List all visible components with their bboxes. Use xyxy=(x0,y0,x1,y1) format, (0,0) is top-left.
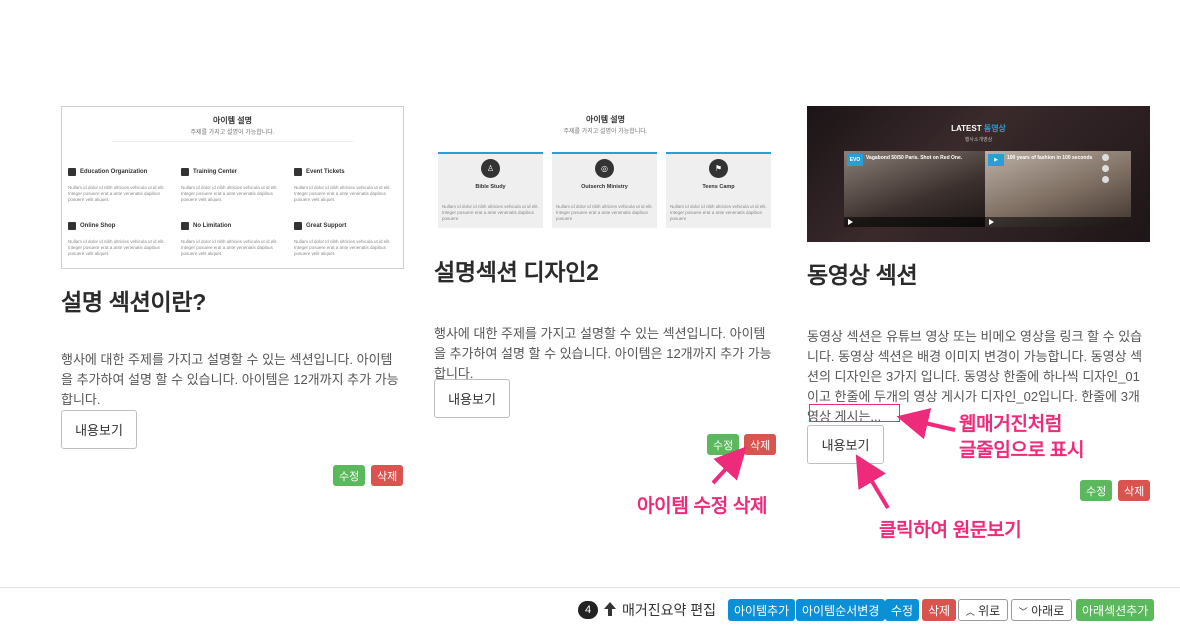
reorder-items-button[interactable]: 아이템순서변경 xyxy=(796,599,886,621)
chevron-up-icon: ︿ xyxy=(965,606,975,617)
add-item-button[interactable]: 아이템추가 xyxy=(728,599,796,621)
section-number-badge: 4 xyxy=(578,601,598,619)
annotation-item-edit: 아이템 수정 삭제 xyxy=(637,496,768,517)
toolbar-edit-button[interactable]: 수정 xyxy=(885,599,920,621)
add-section-below-button[interactable]: 아래섹션추가 xyxy=(1076,599,1155,621)
move-down-button[interactable]: ﹀ 아래로 xyxy=(1011,599,1072,621)
annotation-webzine: 웹매거진처럼 xyxy=(959,414,1063,435)
annotation-click-read: 클릭하여 원문보기 xyxy=(879,520,1022,541)
toolbar-delete-button[interactable]: 삭제 xyxy=(922,599,957,621)
toolbar-divider xyxy=(0,587,1180,588)
move-down-label: 아래로 xyxy=(1031,603,1065,618)
arrow-up-icon xyxy=(604,602,616,616)
chevron-down-icon: ﹀ xyxy=(1018,606,1028,617)
move-up-button[interactable]: ︿ 위로 xyxy=(958,599,1008,621)
arrow-click-read xyxy=(855,454,890,510)
section-name: 매거진요약 편집 xyxy=(622,602,717,618)
annotation-ellipsis: 글줄임으로 표시 xyxy=(959,440,1085,461)
arrow-webzine xyxy=(896,408,956,440)
arrow-item-edit xyxy=(711,446,747,485)
move-up-label: 위로 xyxy=(978,603,1001,618)
